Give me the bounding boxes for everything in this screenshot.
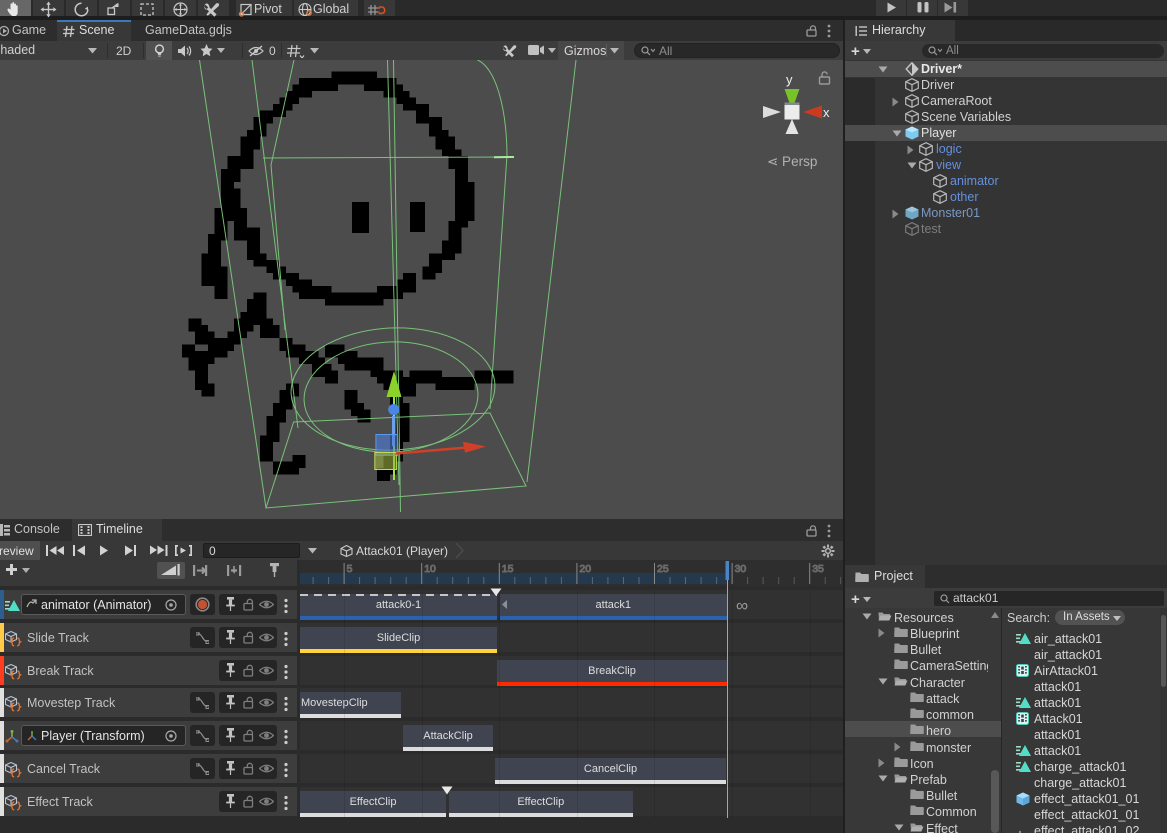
svg-text:x: x [823, 105, 830, 120]
svg-text:Pivot: Pivot [254, 2, 282, 16]
svg-text:⋖ Persp: ⋖ Persp [767, 154, 817, 169]
svg-text:y: y [786, 72, 793, 87]
svg-text:Global: Global [313, 2, 349, 16]
